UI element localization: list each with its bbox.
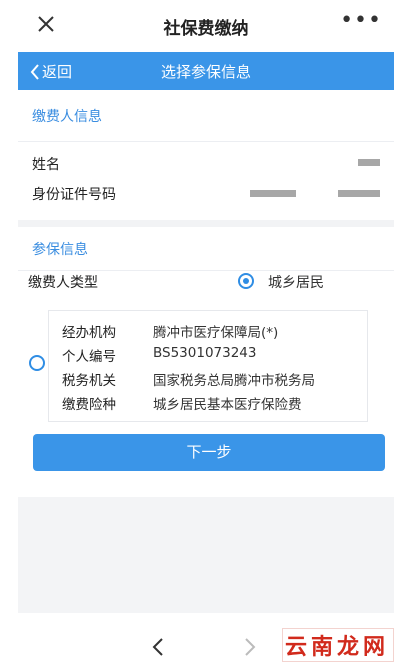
- payer-type-value: 城乡居民: [268, 275, 324, 291]
- more-icon[interactable]: •••: [340, 8, 382, 33]
- id-value-redacted: [338, 190, 380, 197]
- watermark-char: 网: [363, 634, 386, 660]
- empty-area: [18, 497, 394, 613]
- agency-label: 经办机构: [62, 325, 116, 341]
- section-divider: [18, 220, 394, 227]
- number-label: 个人编号: [62, 349, 116, 365]
- insurance-record-card[interactable]: 经办机构 腾冲市医疗保障局(*) 个人编号 BS5301073243 税务机关 …: [48, 310, 368, 422]
- name-row: 姓名: [18, 148, 394, 178]
- watermark-char: 云: [285, 634, 308, 660]
- payer-section-heading: 缴费人信息: [18, 90, 394, 142]
- watermark-char: 南: [311, 634, 334, 660]
- insured-section-heading: 参保信息: [18, 227, 394, 271]
- chevron-right-icon[interactable]: [244, 638, 256, 656]
- payer-type-label: 缴费人类型: [28, 275, 98, 291]
- chevron-left-icon[interactable]: [152, 638, 164, 656]
- nav-bar: 返回 选择参保信息: [18, 52, 394, 90]
- watermark-logo: 云 南 龙 网: [282, 628, 394, 662]
- id-label: 身份证件号码: [32, 187, 116, 203]
- app-top-bar: 社保费缴纳 •••: [0, 0, 412, 52]
- number-value: BS5301073243: [153, 345, 257, 361]
- watermark-char: 龙: [337, 634, 360, 660]
- tax-office-value: 国家税务总局腾冲市税务局: [153, 373, 315, 389]
- id-row: 身份证件号码: [18, 178, 394, 208]
- main-content: 缴费人信息 姓名 身份证件号码 参保信息: [18, 90, 394, 271]
- page-title: 选择参保信息: [160, 63, 251, 81]
- id-value-redacted: [250, 190, 296, 197]
- tax-office-label: 税务机关: [62, 373, 116, 389]
- agency-value: 腾冲市医疗保障局(*): [153, 325, 279, 341]
- name-value-redacted: [358, 159, 380, 166]
- record-select-radio[interactable]: [29, 355, 45, 371]
- insurance-type-label: 缴费险种: [62, 397, 116, 413]
- next-step-button[interactable]: 下一步: [33, 434, 385, 471]
- payer-type-radio[interactable]: [238, 273, 254, 289]
- name-label: 姓名: [32, 157, 60, 173]
- insurance-type-value: 城乡居民基本医疗保险费: [153, 397, 302, 413]
